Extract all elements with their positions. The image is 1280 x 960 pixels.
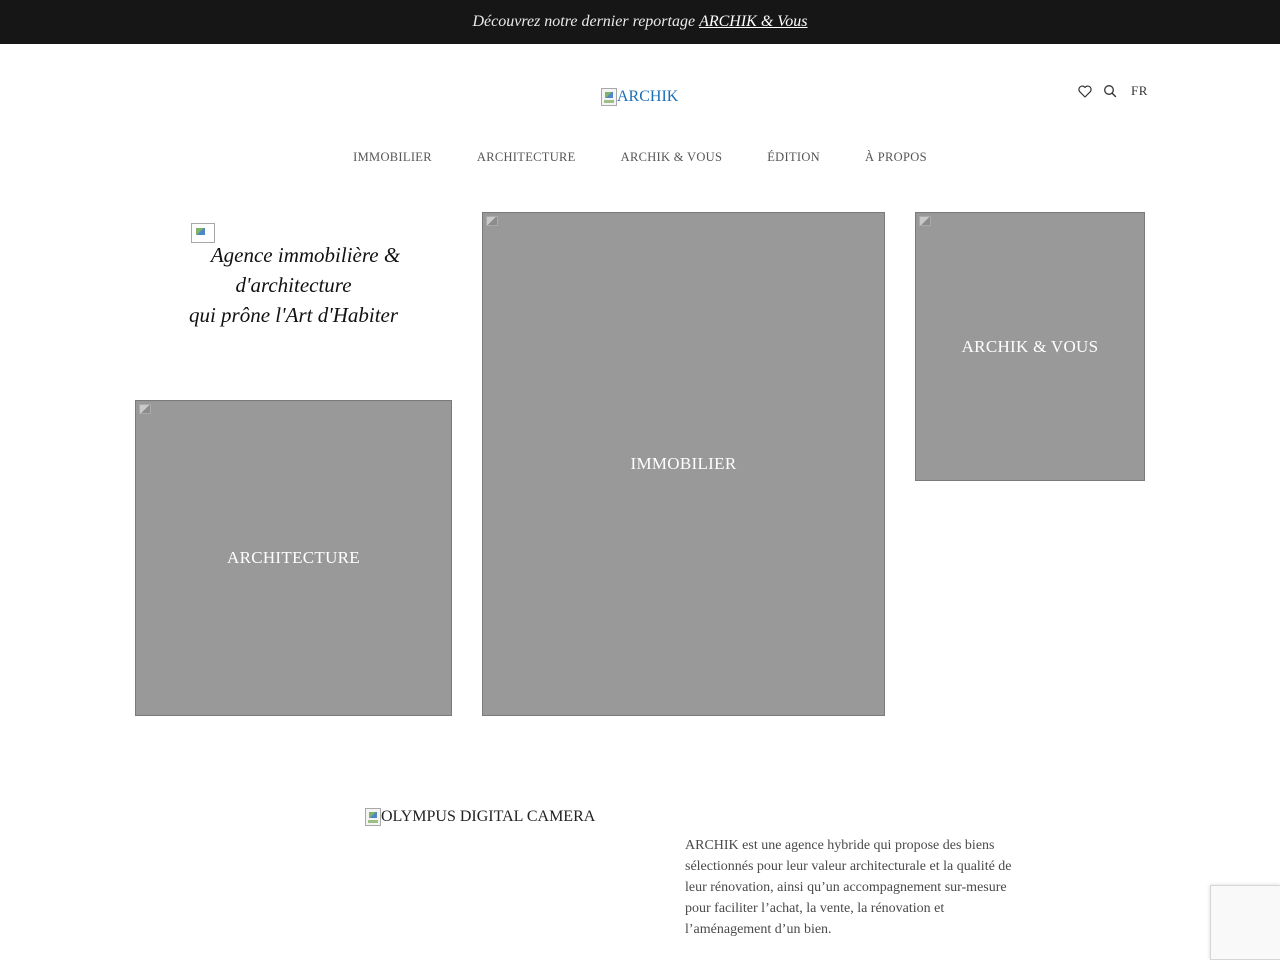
promo-banner: Découvrez notre dernier reportage ARCHIK… (0, 0, 1280, 44)
promo-link[interactable]: ARCHIK & Vous (699, 13, 807, 31)
site-logo[interactable]: ARCHIK (601, 86, 678, 108)
search-icon[interactable] (1103, 84, 1117, 98)
about-image: OLYMPUS DIGITAL CAMERA (365, 806, 595, 828)
tagline-line-3: qui prône l'Art d'Habiter (188, 303, 399, 327)
image-placeholder-icon (484, 214, 500, 230)
recaptcha-badge[interactable] (1210, 885, 1280, 960)
hero-tagline: Agence immobilière & d'architecture qui … (135, 240, 452, 330)
tagline-line-1: Agence immobilière & (210, 243, 401, 267)
nav-item-edition[interactable]: ÉDITION (767, 150, 820, 165)
heart-icon[interactable] (1078, 84, 1092, 98)
tile-archik-vous-label: ARCHIK & VOUS (961, 336, 1099, 356)
image-placeholder-icon (917, 214, 933, 230)
tile-archik-vous[interactable]: ARCHIK & VOUS (915, 212, 1145, 481)
language-switcher[interactable]: FR (1131, 83, 1148, 99)
tile-architecture[interactable]: ARCHITECTURE (135, 400, 452, 716)
main-navigation: IMMOBILIER ARCHITECTURE ARCHIK & VOUS ÉD… (0, 150, 1280, 165)
logo-image-icon (601, 88, 617, 106)
nav-item-a-propos[interactable]: À PROPOS (865, 150, 927, 165)
nav-item-immobilier[interactable]: IMMOBILIER (353, 150, 432, 165)
tile-immobilier-label: IMMOBILIER (630, 454, 737, 473)
about-description: ARCHIK est une agence hybride qui propos… (685, 838, 1012, 937)
image-placeholder-icon (137, 402, 153, 418)
nav-item-archik-vous[interactable]: ARCHIK & VOUS (621, 150, 723, 165)
about-image-icon (365, 808, 381, 826)
header-tools: FR (1078, 81, 1148, 101)
tagline-line-2: d'architecture (235, 273, 352, 297)
promo-text: Découvrez notre dernier reportage (472, 13, 696, 30)
about-image-alt: OLYMPUS DIGITAL CAMERA (381, 808, 596, 825)
nav-item-architecture[interactable]: ARCHITECTURE (477, 150, 576, 165)
tile-architecture-label: ARCHITECTURE (227, 548, 360, 567)
tile-immobilier[interactable]: IMMOBILIER (482, 212, 885, 716)
logo-alt-text: ARCHIK (617, 88, 679, 105)
